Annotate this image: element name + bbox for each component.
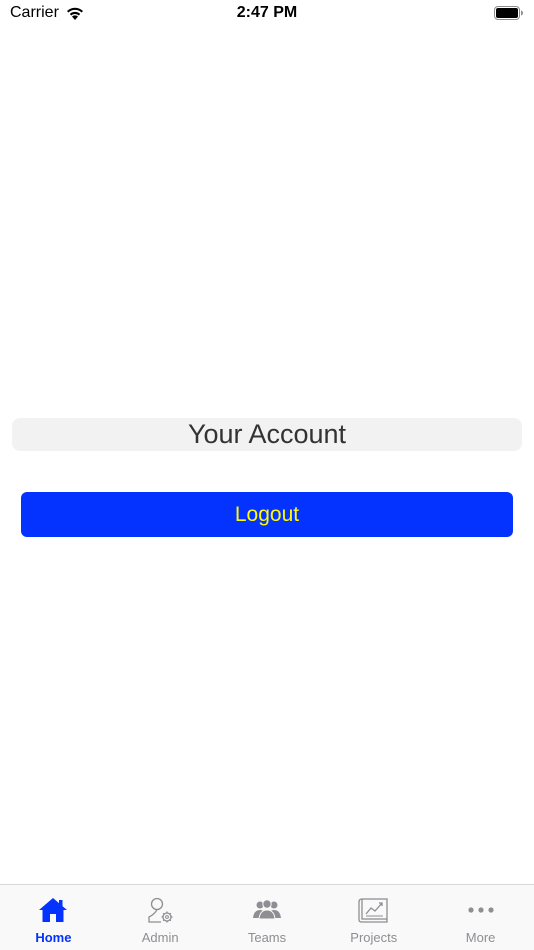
tab-teams-label: Teams bbox=[247, 930, 287, 945]
battery-icon bbox=[494, 6, 523, 20]
admin-user-gear-icon bbox=[148, 897, 173, 923]
tab-projects-label: Projects bbox=[350, 930, 398, 945]
account-title: Your Account bbox=[12, 418, 522, 451]
tab-projects[interactable]: Projects bbox=[320, 885, 427, 950]
tab-more-label: More bbox=[465, 930, 496, 945]
projects-chart-icon bbox=[358, 898, 388, 923]
status-bar: Carrier 2:47 PM bbox=[0, 0, 534, 28]
tab-more[interactable]: More bbox=[427, 885, 534, 950]
tab-teams[interactable]: Teams bbox=[214, 885, 321, 950]
tab-bar: Home Admin Teams Projects More bbox=[0, 884, 534, 950]
teams-group-icon bbox=[252, 899, 281, 920]
app-screen: Carrier 2:47 PM Your Account Logout Home bbox=[0, 0, 534, 950]
more-ellipsis-icon bbox=[467, 907, 494, 913]
tab-home[interactable]: Home bbox=[0, 885, 107, 950]
tab-admin-label: Admin bbox=[141, 930, 179, 945]
logout-button[interactable]: Logout bbox=[21, 492, 513, 537]
tab-admin[interactable]: Admin bbox=[107, 885, 214, 950]
tab-home-label: Home bbox=[35, 930, 72, 945]
home-icon bbox=[39, 898, 68, 922]
status-time: 2:47 PM bbox=[236, 4, 298, 21]
